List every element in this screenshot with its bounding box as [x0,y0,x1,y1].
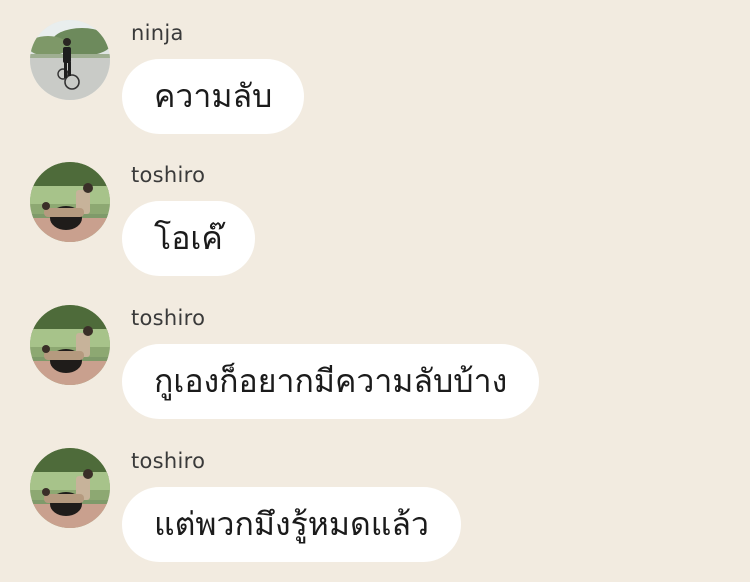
park-photo-avatar[interactable] [30,162,110,242]
chat-message: toshiro โอเค๊ [0,142,750,284]
message-bubble[interactable]: ความลับ [122,59,305,134]
message-bubble[interactable]: โอเค๊ [122,201,255,276]
park-photo-avatar[interactable] [30,448,110,528]
message-bubble[interactable]: แต่พวกมึงรู้หมดแล้ว [122,487,461,562]
chat-message: ninja ความลับ [0,0,750,142]
message-sender: toshiro [131,306,206,330]
message-sender: toshiro [131,163,206,187]
message-sender: ninja [131,21,184,45]
cyclist-photo-avatar[interactable] [30,20,110,100]
message-bubble[interactable]: กูเองก็อยากมีความลับบ้าง [122,344,540,419]
chat-message: toshiro แต่พวกมึงรู้หมดแล้ว [0,428,750,570]
message-sender: toshiro [131,449,206,473]
chat-message: toshiro กูเองก็อยากมีความลับบ้าง [0,285,750,427]
park-photo-avatar[interactable] [30,305,110,385]
